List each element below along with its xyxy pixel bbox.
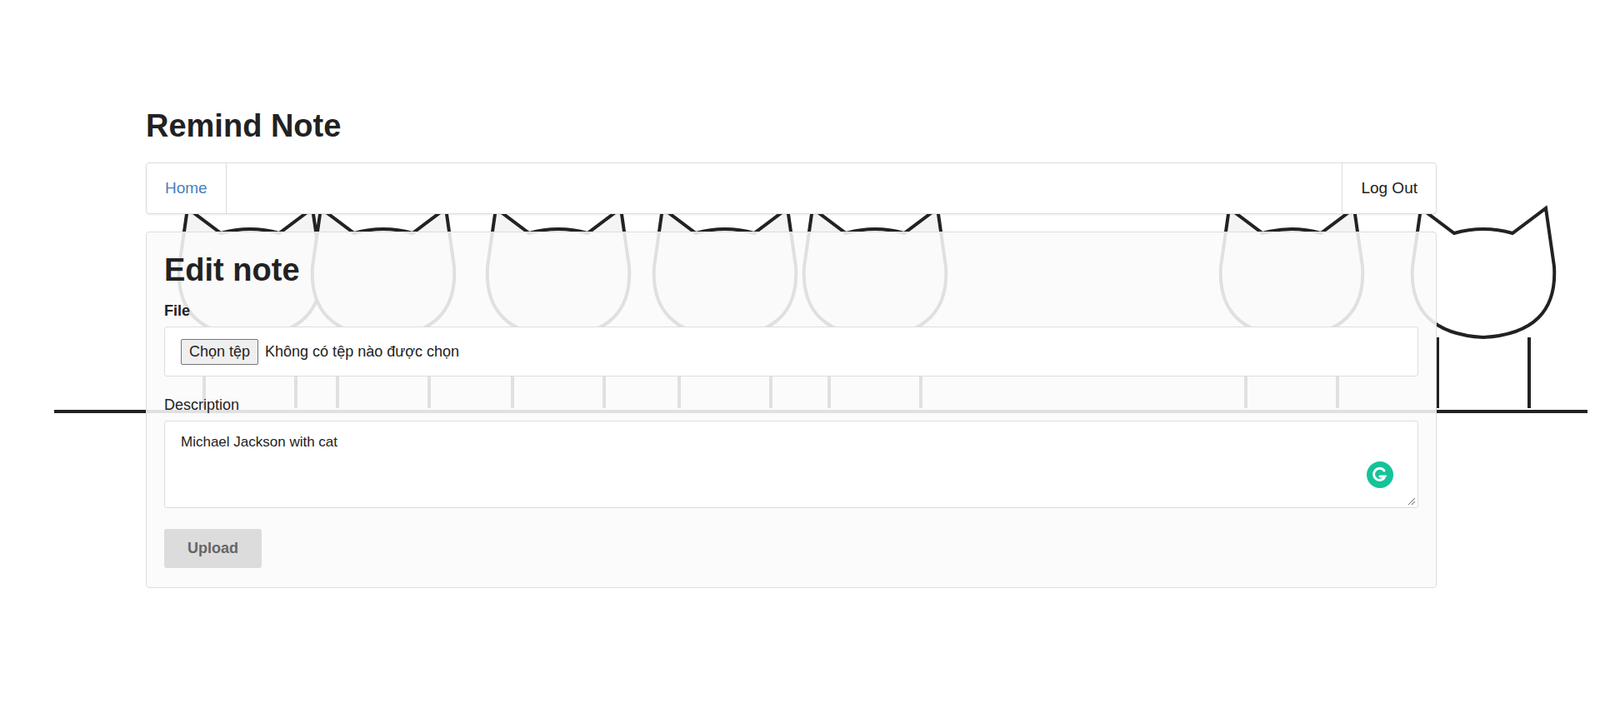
panel-title: Edit note — [164, 249, 1419, 291]
page: Remind Note Home Log Out Edit note File Chọn … — [0, 0, 1600, 718]
description-label: Description — [164, 396, 1419, 415]
navbar: Home Log Out — [145, 162, 1437, 215]
file-label: File — [164, 302, 1419, 320]
choose-file-button[interactable]: Chọn tệp — [180, 339, 259, 365]
upload-button[interactable]: Upload — [164, 529, 262, 569]
nav-link[interactable]: Home — [146, 163, 227, 214]
resize-handle-icon[interactable] — [1407, 497, 1416, 506]
file-input[interactable]: Chọn tệp Không có tệp nào được chọn — [164, 326, 1419, 377]
description-textarea[interactable]: Michael Jackson with cat — [164, 420, 1419, 509]
edit-panel: Edit note File Chọn tệp Không có tệp nào đư… — [145, 231, 1437, 589]
app-title: Remind Note — [145, 106, 1437, 145]
grammarly-icon[interactable] — [1366, 461, 1394, 489]
file-status: Không có tệp nào được chọn — [265, 343, 460, 361]
container: Remind Note Home Log Out Edit note File Chọn … — [145, 0, 1437, 589]
logout-link[interactable]: Log Out — [1341, 163, 1436, 214]
